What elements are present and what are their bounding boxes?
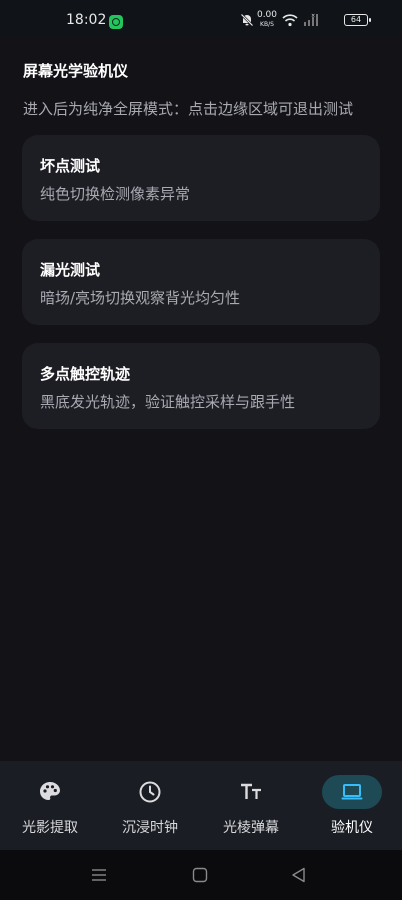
system-navigation-bar	[0, 850, 402, 900]
text-size-icon	[241, 783, 261, 799]
card-title: 漏光测试	[40, 261, 101, 279]
nav-item-prism-danmaku[interactable]: 光棱弹幕	[201, 761, 301, 850]
status-icons: 0.00 KB/S × 64	[222, 11, 372, 29]
card-description: 暗场/亮场切换观察背光均匀性	[40, 289, 241, 307]
signal-icon: ×	[304, 13, 318, 26]
network-speed: 0.00 KB/S	[256, 11, 278, 29]
app-notification-icon	[109, 15, 123, 29]
status-time: 18:02	[66, 12, 107, 28]
menu-icon[interactable]	[90, 866, 108, 884]
back-icon[interactable]	[290, 866, 308, 884]
battery-icon: 64	[344, 14, 371, 26]
bell-off-icon	[240, 13, 254, 27]
card-title: 多点触控轨迹	[40, 365, 131, 383]
nav-label: 沉浸时钟	[122, 820, 178, 836]
nav-label: 验机仪	[331, 820, 373, 836]
clock-icon	[139, 781, 161, 803]
card-dead-pixel-test[interactable]: 坏点测试 纯色切换检测像素异常	[22, 135, 380, 221]
card-light-leak-test[interactable]: 漏光测试 暗场/亮场切换观察背光均匀性	[22, 239, 380, 325]
card-description: 纯色切换检测像素异常	[40, 185, 191, 203]
nav-label: 光棱弹幕	[223, 820, 279, 836]
card-title: 坏点测试	[40, 157, 101, 175]
card-description: 黑底发光轨迹，验证触控采样与跟手性	[40, 393, 296, 411]
nav-item-light-extract[interactable]: 光影提取	[0, 761, 100, 850]
status-bar: 18:02 0.00 KB/S × 64	[0, 0, 402, 36]
page-title: 屏幕光学验机仪	[23, 62, 129, 80]
home-icon[interactable]	[191, 866, 209, 884]
palette-icon	[40, 782, 60, 800]
bottom-navigation: 光影提取 沉浸时钟 光棱弹幕 验机仪	[0, 761, 402, 850]
wifi-icon	[282, 14, 298, 27]
laptop-icon	[341, 784, 363, 800]
nav-item-device-tester[interactable]: 验机仪	[302, 761, 402, 850]
network-speed-value: 0.00	[256, 10, 278, 20]
page-subtitle: 进入后为纯净全屏模式：点击边缘区域可退出测试	[23, 100, 354, 118]
card-multitouch-trace[interactable]: 多点触控轨迹 黑底发光轨迹，验证触控采样与跟手性	[22, 343, 380, 429]
nav-item-immersive-clock[interactable]: 沉浸时钟	[100, 761, 200, 850]
svg-text:×: ×	[311, 13, 315, 19]
network-speed-unit: KB/S	[260, 21, 274, 28]
nav-label: 光影提取	[22, 820, 78, 836]
